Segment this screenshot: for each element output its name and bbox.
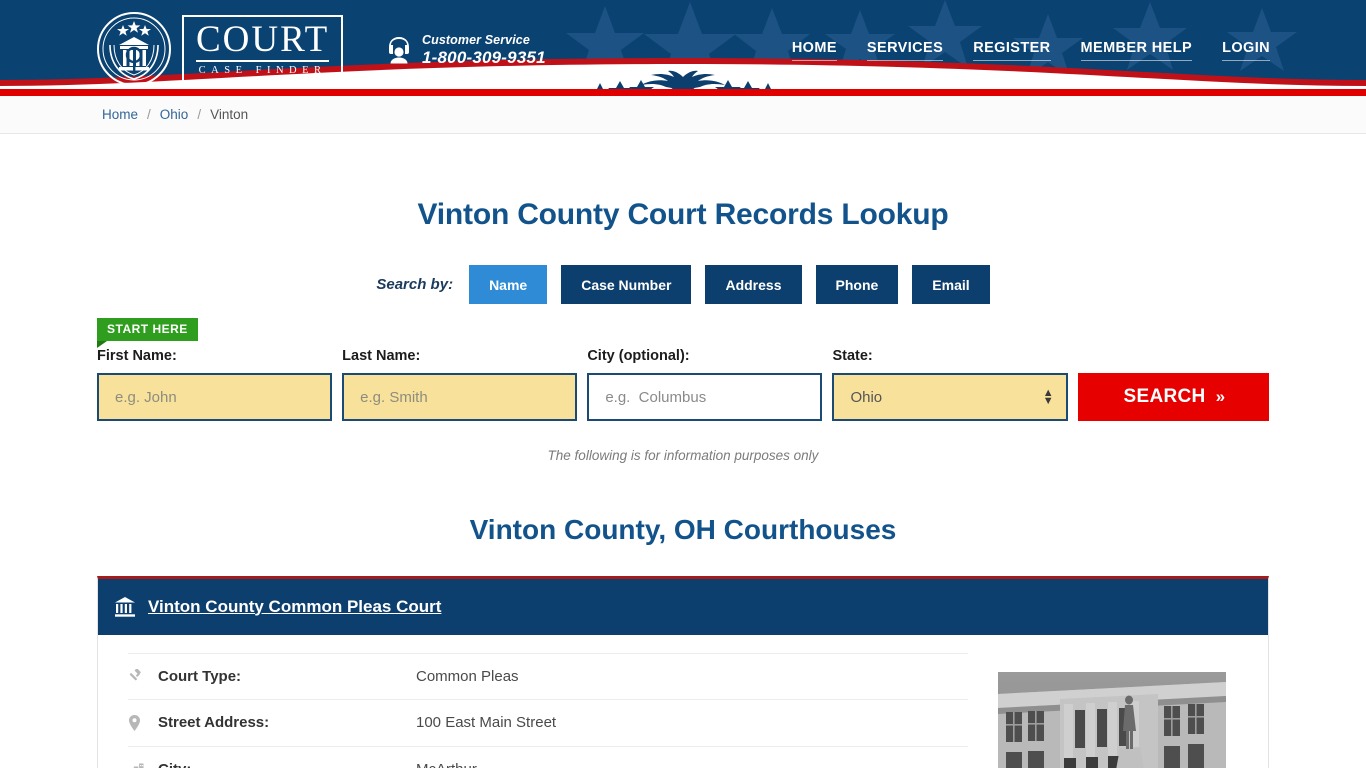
- courthouse-seal-icon: [97, 12, 171, 86]
- detail-value: Common Pleas: [416, 667, 519, 685]
- customer-service-label: Customer Service: [422, 33, 530, 47]
- header-red-stripe: [0, 89, 1366, 96]
- first-name-label: First Name:: [97, 348, 177, 364]
- breadcrumb-item-vinton: Vinton: [210, 107, 249, 122]
- search-form: START HERE First Name: Last Name: City (…: [97, 318, 1269, 421]
- state-field-group: State: Ohio ▲ ▼: [832, 348, 1068, 421]
- search-by-label: Search by:: [376, 276, 454, 293]
- court-detail-table: Court Type: Common Pleas Street Address:…: [128, 652, 968, 768]
- main-navigation: HOME SERVICES REGISTER MEMBER HELP LOGIN: [791, 40, 1270, 61]
- nav-item-services[interactable]: SERVICES: [866, 40, 944, 61]
- city-input[interactable]: [587, 373, 823, 421]
- map-pin-icon: [128, 714, 158, 731]
- table-row: City: McArthur: [128, 747, 968, 768]
- bank-columns-icon: [115, 596, 135, 617]
- last-name-field-group: Last Name:: [342, 348, 578, 421]
- nav-item-home[interactable]: HOME: [791, 40, 837, 61]
- first-name-field-group: First Name:: [97, 348, 333, 421]
- search-by-tabs: Search by: Name Case Number Address Phon…: [0, 265, 1366, 304]
- double-chevron-right-icon: »: [1215, 387, 1226, 406]
- detail-value: McArthur: [416, 761, 477, 768]
- tab-name[interactable]: Name: [469, 265, 548, 304]
- first-name-input[interactable]: [97, 373, 333, 421]
- city-label: City (optional):: [587, 348, 690, 364]
- table-row: Court Type: Common Pleas: [128, 652, 968, 700]
- nav-item-login[interactable]: LOGIN: [1222, 40, 1270, 61]
- city-icon: [128, 763, 158, 768]
- city-field-group: City (optional):: [587, 348, 823, 421]
- main-content: Vinton County Court Records Lookup Searc…: [0, 134, 1366, 768]
- logo-word-main: COURT: [196, 18, 330, 62]
- search-button-label: SEARCH: [1123, 386, 1206, 407]
- breadcrumb: Home / Ohio / Vinton: [0, 96, 1366, 134]
- search-button[interactable]: SEARCH »: [1077, 373, 1269, 421]
- last-name-input[interactable]: [342, 373, 578, 421]
- last-name-label: Last Name:: [342, 348, 421, 364]
- tab-address[interactable]: Address: [705, 265, 802, 304]
- courthouse-photo: [998, 671, 1226, 768]
- breadcrumb-item-home[interactable]: Home: [102, 107, 138, 122]
- site-logo[interactable]: COURT CASE FINDER: [96, 10, 344, 88]
- start-here-badge: START HERE: [97, 318, 198, 348]
- detail-value: 100 East Main Street: [416, 714, 557, 731]
- court-card-header: Vinton County Common Pleas Court: [98, 578, 1268, 635]
- section-title: Vinton County, OH Courthouses: [469, 513, 897, 545]
- court-name-link[interactable]: Vinton County Common Pleas Court: [148, 597, 441, 617]
- state-label: State:: [832, 348, 873, 364]
- customer-service-block: Customer Service 1-800-309-9351: [385, 33, 546, 68]
- breadcrumb-item-ohio[interactable]: Ohio: [160, 107, 189, 122]
- table-row: Street Address: 100 East Main Street: [128, 700, 968, 747]
- site-header: COURT CASE FINDER Customer Service 1-800…: [0, 0, 1366, 96]
- nav-item-member-help[interactable]: MEMBER HELP: [1080, 40, 1193, 61]
- court-card: Vinton County Common Pleas Court Court T…: [97, 575, 1269, 768]
- tab-email[interactable]: Email: [912, 265, 990, 304]
- tab-phone[interactable]: Phone: [815, 265, 899, 304]
- detail-key: Court Type:: [158, 667, 242, 685]
- detail-key: Street Address:: [158, 714, 270, 731]
- headset-support-icon: [389, 37, 409, 64]
- logo-wordmark: COURT CASE FINDER: [182, 14, 344, 84]
- tab-case-number[interactable]: Case Number: [561, 265, 692, 304]
- state-select[interactable]: Ohio: [832, 373, 1068, 421]
- court-card-body: Court Type: Common Pleas Street Address:…: [98, 635, 1268, 768]
- nav-item-register[interactable]: REGISTER: [973, 40, 1051, 61]
- gavel-icon: [128, 668, 158, 684]
- page-title: Vinton County Court Records Lookup: [417, 198, 949, 231]
- customer-service-phone[interactable]: 1-800-309-9351: [422, 48, 546, 68]
- breadcrumb-separator: /: [147, 107, 151, 122]
- info-note: The following is for information purpose…: [547, 448, 819, 463]
- detail-key: City:: [158, 761, 416, 768]
- logo-word-sub: CASE FINDER: [198, 64, 327, 76]
- breadcrumb-separator: /: [197, 107, 202, 122]
